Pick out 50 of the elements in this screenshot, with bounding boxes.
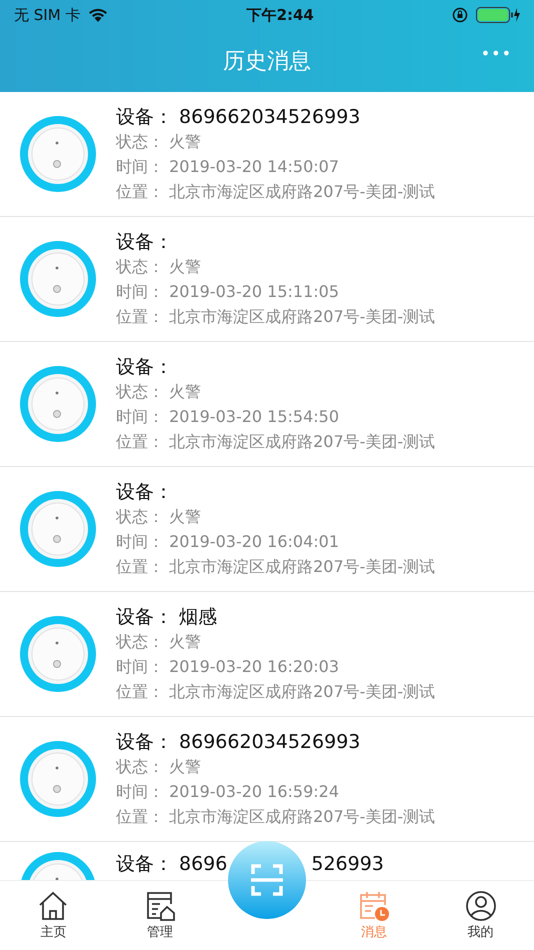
smoke-detector-icon [20,241,96,317]
user-icon [464,888,498,923]
clock-text: 下午2:44 [246,4,314,26]
time-text: 时间： 2019-03-20 16:04:01 [116,530,340,552]
message-item[interactable]: 设备： 状态： 火警 时间： 2019-03-20 15:11:05 位置： 北京市海淀区成府路207号-美团-测试 [0,217,534,342]
status-text: 状态： 火警 [116,506,202,528]
smoke-detector-icon [20,616,96,692]
location-text: 位置： 北京市海淀区成府路207号-美团-测试 [116,180,436,202]
smoke-detector-icon [20,741,96,817]
message-item[interactable]: 设备： 状态： 火警 时间： 2019-03-20 16:04:01 位置： 北京市海淀区成府路207号-美团-测试 [0,467,534,592]
wifi-icon [88,8,108,22]
device-label: 设备： [116,852,173,876]
status-text: 状态： 火警 [116,380,202,402]
device-text: 设备： 869662034526993 [116,730,362,754]
time-text: 时间： 2019-03-20 16:20:03 [116,656,340,678]
scan-icon [250,863,284,897]
smoke-detector-icon [20,366,96,442]
message-item[interactable]: 设备： 烟感 状态： 火警 时间： 2019-03-20 16:20:03 位置： 北京市海淀区成府路207号-美团-测试 [0,592,534,717]
location-text: 位置： 北京市海淀区成府路207号-美团-测试 [116,680,436,702]
device-number-fragment: 526993 [311,852,384,876]
device-text: 设备： 烟感 [116,604,218,628]
status-text: 状态： 火警 [116,756,202,778]
page-title: 历史消息 [223,48,311,76]
device-text: 设备： 869662034526993 [116,104,362,128]
smoke-detector-icon [20,491,96,567]
status-text: 状态： 火警 [116,630,202,652]
device-number-fragment: 8696 [179,852,228,876]
tab-item[interactable]: 我的 [428,888,534,942]
tab-item[interactable]: 主页 [0,888,106,942]
device-text: 设备： [116,354,174,378]
location-text: 位置： 北京市海淀区成府路207号-美团-测试 [116,430,436,452]
status-text: 状态： 火警 [116,256,202,278]
time-text: 时间： 2019-03-20 14:50:07 [116,156,340,178]
smoke-detector-icon [20,116,96,192]
tab-item[interactable]: 管理 [107,888,214,942]
time-text: 时间： 2019-03-20 15:54:50 [116,406,340,428]
message-item[interactable]: 设备： 869662034526993 状态： 火警 时间： 2019-03-20 16:59:24 位置： 北京市海淀区成府路207号-美团-测试 [0,717,534,842]
location-text: 位置： 北京市海淀区成府路207号-美团-测试 [116,806,436,828]
location-text: 位置： 北京市海淀区成府路207号-美团-测试 [116,556,436,578]
device-text: 设备： [116,480,174,504]
carrier-text: 无 SIM 卡 [14,4,80,26]
time-text: 时间： 2019-03-20 15:11:05 [116,280,340,302]
device-text: 设备： [116,230,174,254]
battery-icon [476,6,520,24]
status-text: 状态： 火警 [116,130,202,152]
message-item[interactable]: 设备： 869662034526993 状态： 火警 时间： 2019-03-20 14:50:07 位置： 北京市海淀区成府路207号-美团-测试 [0,92,534,217]
message-item[interactable]: 设备： 状态： 火警 时间： 2019-03-20 15:54:50 位置： 北京市海淀区成府路207号-美团-测试 [0,342,534,467]
location-text: 位置： 北京市海淀区成府路207号-美团-测试 [116,306,436,328]
time-text: 时间： 2019-03-20 16:59:24 [116,780,340,802]
rotation-lock-icon [452,7,468,23]
